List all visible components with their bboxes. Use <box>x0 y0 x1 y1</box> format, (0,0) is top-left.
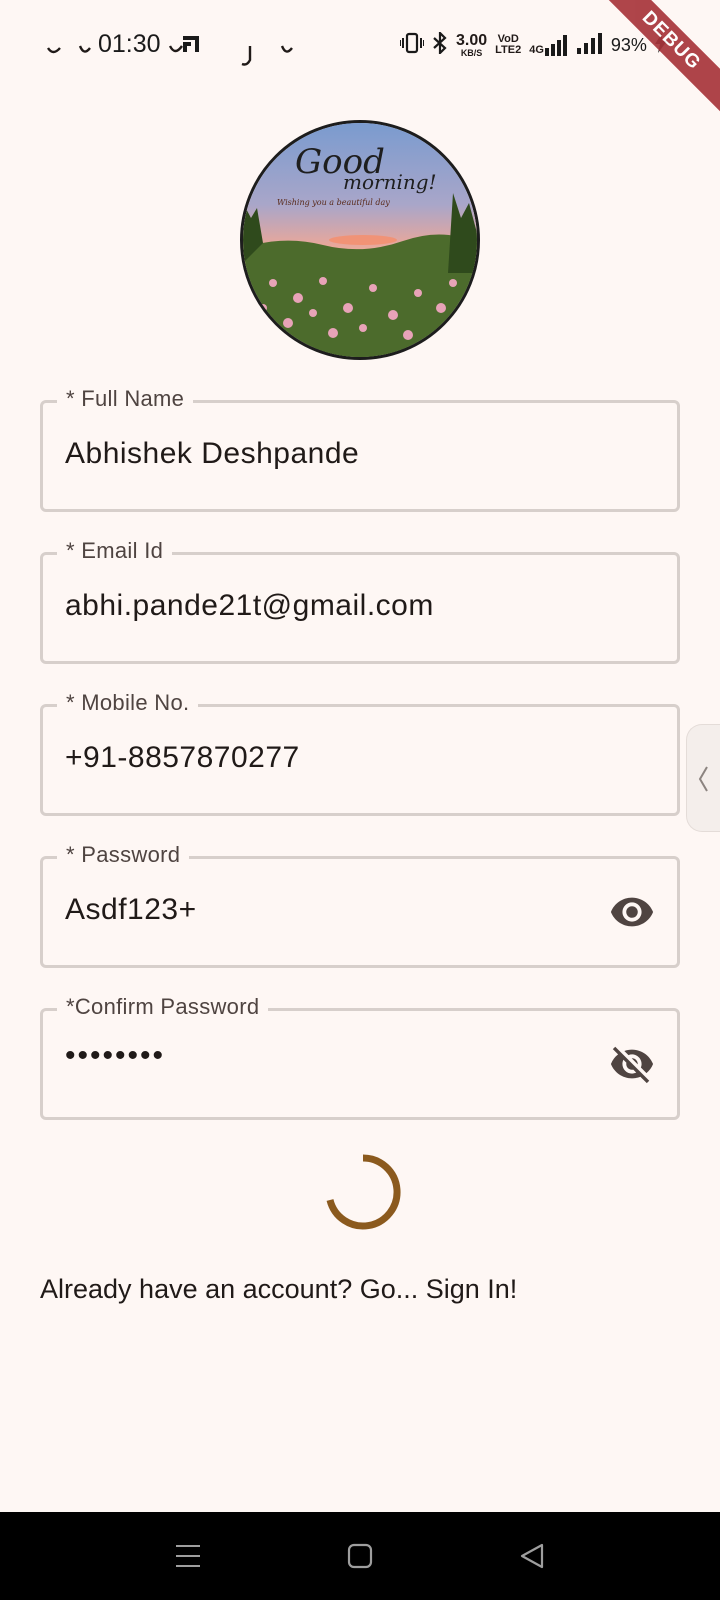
system-navigation-bar <box>0 1512 720 1600</box>
email-value[interactable]: abhi.pande21t@gmail.com <box>65 589 434 623</box>
email-label: * Email Id <box>57 538 173 564</box>
home-icon[interactable] <box>344 1540 376 1572</box>
email-field[interactable]: * Email Id abhi.pande21t@gmail.com <box>40 538 680 664</box>
full-name-field[interactable]: * Full Name Abhishek Deshpande <box>40 386 680 512</box>
password-label: * Password <box>57 842 190 868</box>
profile-avatar[interactable]: Good morning! Wishing you a beautiful da… <box>240 120 480 360</box>
full-name-value[interactable]: Abhishek Deshpande <box>65 437 359 471</box>
password-value[interactable]: Asdf123+ <box>65 893 197 927</box>
avatar-greeting-line3: Wishing you a beautiful day <box>277 198 390 207</box>
menu-icon[interactable] <box>172 1540 204 1572</box>
loading-spinner <box>323 1152 403 1237</box>
sign-in-link[interactable]: Already have an account? Go... Sign In! <box>40 1274 517 1305</box>
mobile-label: * Mobile No. <box>57 690 199 716</box>
back-icon[interactable] <box>516 1540 548 1572</box>
password-field[interactable]: * Password Asdf123+ <box>40 842 680 968</box>
eye-off-icon[interactable] <box>609 1041 655 1087</box>
confirm-password-field[interactable]: *Confirm Password •••••••• <box>40 994 680 1120</box>
avatar-greeting-line2: morning! <box>343 170 437 194</box>
edge-panel-handle[interactable] <box>686 724 720 832</box>
signup-screen: 01:30 3.00 KB/S VoD LTE2 4G 93% DEBUG Go… <box>0 0 720 1600</box>
full-name-label: * Full Name <box>57 386 194 412</box>
confirm-password-value[interactable]: •••••••• <box>65 1039 165 1073</box>
clipped-header-text <box>40 44 680 74</box>
mobile-field[interactable]: * Mobile No. +91-8857870277 <box>40 690 680 816</box>
confirm-password-label: *Confirm Password <box>57 994 269 1020</box>
eye-icon[interactable] <box>609 889 655 935</box>
mobile-value[interactable]: +91-8857870277 <box>65 741 300 775</box>
